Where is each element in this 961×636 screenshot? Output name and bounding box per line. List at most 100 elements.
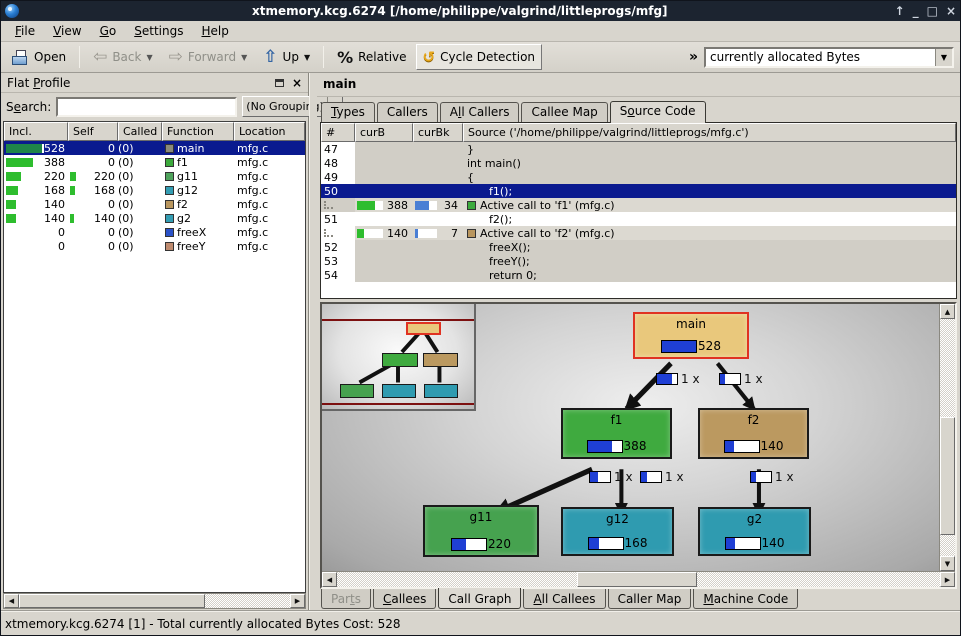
scrollbar-thumb[interactable] bbox=[940, 417, 955, 535]
cycle-detection-icon: ↺ bbox=[423, 48, 436, 66]
minimize-icon[interactable]: _ bbox=[913, 4, 919, 18]
menu-help[interactable]: Help bbox=[193, 22, 236, 40]
callee-color-icon bbox=[467, 229, 476, 238]
panel-splitter[interactable] bbox=[309, 73, 317, 611]
tab-call-graph[interactable]: Call Graph bbox=[438, 588, 521, 609]
scroll-right-icon[interactable]: ▶ bbox=[290, 594, 305, 608]
close-icon[interactable]: × bbox=[946, 4, 956, 18]
back-icon: ⇦ bbox=[93, 49, 107, 66]
column-location[interactable]: Location bbox=[234, 122, 305, 141]
column-incl[interactable]: Incl. bbox=[4, 122, 68, 141]
graph-node-main[interactable]: main 528 bbox=[633, 312, 749, 359]
up-dropdown-icon[interactable]: ▼ bbox=[304, 53, 310, 62]
source-line[interactable]: 48 int main() bbox=[321, 156, 956, 170]
column-self[interactable]: Self bbox=[68, 122, 118, 141]
forward-dropdown-icon: ▼ bbox=[241, 53, 247, 62]
relative-toggle-button[interactable]: % Relative bbox=[330, 44, 413, 71]
menu-settings[interactable]: Settings bbox=[126, 22, 191, 40]
graph-minimap[interactable] bbox=[322, 304, 476, 411]
source-line[interactable]: 54 return 0; bbox=[321, 268, 956, 282]
graph-node-f2[interactable]: f2 140 bbox=[698, 408, 809, 459]
table-row[interactable]: 388 0 (0) f1 mfg.c bbox=[4, 155, 305, 169]
back-button[interactable]: ⇦ Back ▼ bbox=[86, 45, 160, 70]
function-color-icon bbox=[165, 242, 174, 251]
table-row[interactable]: 0 0 (0) freeY mfg.c bbox=[4, 239, 305, 253]
graph-hscrollbar[interactable]: ◀ ▶ bbox=[322, 571, 955, 587]
up-button[interactable]: ⇧ Up ▼ bbox=[256, 45, 317, 70]
forward-icon: ⇨ bbox=[169, 49, 183, 66]
table-row[interactable]: 220 220 (0) g11 mfg.c bbox=[4, 169, 305, 183]
menu-file[interactable]: File bbox=[7, 22, 43, 40]
function-title: main bbox=[317, 73, 960, 97]
float-icon[interactable] bbox=[275, 79, 284, 87]
table-row[interactable]: 140 140 (0) g2 mfg.c bbox=[4, 211, 305, 225]
tab-callees[interactable]: Callees bbox=[373, 589, 436, 609]
dock-close-icon[interactable]: × bbox=[292, 78, 302, 88]
open-button[interactable]: Open bbox=[5, 46, 73, 69]
open-icon bbox=[12, 50, 29, 65]
table-row[interactable]: 140 0 (0) f2 mfg.c bbox=[4, 197, 305, 211]
edge-label-f2-g2: 1 x bbox=[750, 470, 794, 484]
column-curbk[interactable]: curBk bbox=[413, 123, 463, 142]
scroll-left-icon[interactable]: ◀ bbox=[322, 572, 337, 587]
source-call-row[interactable]: 140 7 Active call to 'f2' (mfg.c) bbox=[321, 226, 956, 240]
graph-vscrollbar[interactable]: ▲ ▼ bbox=[939, 304, 955, 571]
scrollbar-thumb[interactable] bbox=[19, 594, 205, 608]
tab-callee-map[interactable]: Callee Map bbox=[521, 102, 607, 122]
toolbar-separator bbox=[323, 46, 324, 68]
menu-go[interactable]: Go bbox=[92, 22, 125, 40]
app-icon bbox=[5, 4, 19, 18]
statusbar: xtmemory.kcg.6274 [1] - Total currently … bbox=[1, 611, 960, 635]
source-line[interactable]: 47 } bbox=[321, 142, 956, 156]
graph-node-g12[interactable]: g12 168 bbox=[561, 507, 674, 556]
tab-caller-map[interactable]: Caller Map bbox=[608, 589, 692, 609]
shade-icon[interactable]: ↑ bbox=[895, 4, 905, 18]
combo-dropdown-icon[interactable]: ▼ bbox=[935, 49, 952, 66]
tab-parts[interactable]: Parts bbox=[321, 589, 371, 609]
column-source[interactable]: Source ('/home/philippe/valgrind/littlep… bbox=[463, 123, 956, 142]
toolbar-separator bbox=[79, 46, 80, 68]
column-function[interactable]: Function bbox=[162, 122, 234, 141]
function-color-icon bbox=[165, 158, 174, 167]
back-dropdown-icon: ▼ bbox=[146, 53, 152, 62]
scroll-left-icon[interactable]: ◀ bbox=[4, 594, 19, 608]
source-line[interactable]: 51 f2(); bbox=[321, 212, 956, 226]
flat-profile-hscrollbar[interactable]: ◀ ▶ bbox=[3, 593, 306, 609]
source-line[interactable]: 53 freeY(); bbox=[321, 254, 956, 268]
table-row[interactable]: 0 0 (0) freeX mfg.c bbox=[4, 225, 305, 239]
tab-all-callers[interactable]: All Callers bbox=[440, 102, 520, 122]
scroll-up-icon[interactable]: ▲ bbox=[940, 304, 955, 319]
graph-node-g11[interactable]: g11 220 bbox=[423, 505, 539, 557]
scrollbar-thumb[interactable] bbox=[577, 572, 697, 587]
dock-header[interactable]: Flat Profile × bbox=[1, 73, 308, 93]
source-call-row[interactable]: 388 34 Active call to 'f1' (mfg.c) bbox=[321, 198, 956, 212]
table-row[interactable]: 168 168 (0) g12 mfg.c bbox=[4, 183, 305, 197]
tab-source-code[interactable]: Source Code bbox=[610, 101, 706, 123]
column-curb[interactable]: curB bbox=[355, 123, 413, 142]
source-line[interactable]: 49 { bbox=[321, 170, 956, 184]
source-line-selected[interactable]: 50 f1(); bbox=[321, 184, 956, 198]
flat-profile-panel: Flat Profile × Search: (No Grouping) ▼ I… bbox=[1, 73, 309, 611]
column-called[interactable]: Called bbox=[118, 122, 162, 141]
column-line[interactable]: # bbox=[321, 123, 355, 142]
forward-button[interactable]: ⇨ Forward ▼ bbox=[162, 45, 255, 70]
scroll-down-icon[interactable]: ▼ bbox=[940, 556, 955, 571]
edge-label-main-f1: 1 x bbox=[656, 372, 700, 386]
cycle-detection-button[interactable]: ↺ Cycle Detection bbox=[416, 44, 542, 70]
maximize-icon[interactable]: □ bbox=[927, 4, 938, 18]
search-input[interactable] bbox=[56, 97, 237, 117]
table-row[interactable]: 528 0 (0) main mfg.c bbox=[4, 141, 305, 155]
tab-all-callees[interactable]: All Callees bbox=[523, 589, 605, 609]
event-type-select[interactable]: currently allocated Bytes ▼ bbox=[704, 47, 954, 68]
scroll-right-icon[interactable]: ▶ bbox=[940, 572, 955, 587]
menu-view[interactable]: View bbox=[45, 22, 89, 40]
graph-node-f1[interactable]: f1 388 bbox=[561, 408, 672, 459]
function-color-icon bbox=[165, 214, 174, 223]
tab-callers[interactable]: Callers bbox=[377, 102, 438, 122]
graph-node-g2[interactable]: g2 140 bbox=[698, 507, 811, 556]
tab-types[interactable]: Types bbox=[321, 102, 375, 122]
toolbar-overflow-chevron[interactable]: » bbox=[685, 49, 702, 65]
tab-machine-code[interactable]: Machine Code bbox=[693, 589, 798, 609]
call-graph-canvas[interactable]: main 528 f1 388 f2 140 g11 bbox=[322, 304, 939, 571]
source-line[interactable]: 52 freeX(); bbox=[321, 240, 956, 254]
